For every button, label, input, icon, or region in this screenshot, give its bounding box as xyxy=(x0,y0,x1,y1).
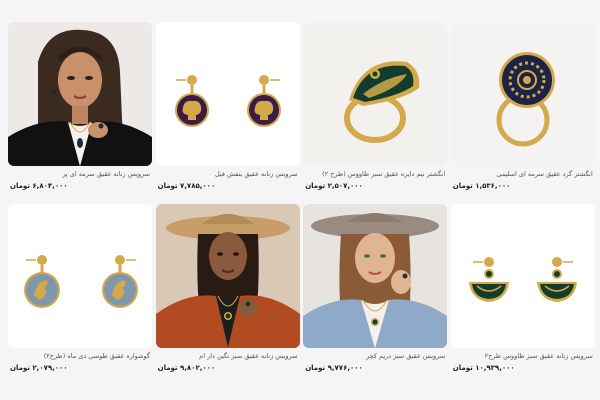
product-image[interactable] xyxy=(303,22,448,166)
product-image[interactable] xyxy=(8,22,152,166)
product-price: ۱,۵۳۶,۰۰۰ تومان xyxy=(452,182,511,190)
product-title[interactable]: سرویس زنانه عقیق سبز نگین دار ام xyxy=(158,352,297,361)
product-price: ۹,۷۷۶,۰۰۰ تومان xyxy=(305,364,363,372)
product-card[interactable]: سرویس عقیق سبز دریم کچر ۹,۷۷۶,۰۰۰ تومان xyxy=(303,204,448,372)
product-price: ۲,۰۷۹,۰۰۰ تومان xyxy=(10,364,68,372)
product-image[interactable] xyxy=(8,204,152,348)
product-price: ۱۰,۹۳۹,۰۰۰ تومان xyxy=(452,364,515,372)
model-dreamcatcher-set-image xyxy=(303,204,448,348)
product-card[interactable]: سرویس زنانه عقیق بنفش فیل ۷,۷۸۵,۰۰۰ توما… xyxy=(155,22,300,190)
purple-elephant-earrings-image xyxy=(155,22,300,166)
product-title[interactable]: سرویس زنانه عقیق سرمه ای پر xyxy=(10,170,150,179)
product-price: ۶,۸۰۴,۰۰۰ تومان xyxy=(10,182,68,190)
product-card[interactable]: سرویس زنانه عقیق سبز نگین دار ام ۹,۸۰۲,۰… xyxy=(155,204,300,372)
product-title[interactable]: سرویس زنانه عقیق بنفش فیل xyxy=(158,170,298,179)
model-navy-agate-set-image xyxy=(8,22,152,166)
gray-capricorn-earrings-image xyxy=(8,204,152,348)
product-image[interactable] xyxy=(303,204,448,348)
product-card[interactable]: سرویس زنانه عقیق سرمه ای پر ۶,۸۰۴,۰۰۰ تو… xyxy=(8,22,152,190)
product-title[interactable]: گوشواره عقیق طوسی دی ماه (طرح۲) xyxy=(10,352,150,361)
product-image[interactable] xyxy=(450,204,595,348)
green-peacock-earrings-image xyxy=(450,204,595,348)
product-price: ۷,۷۸۵,۰۰۰ تومان xyxy=(157,182,216,190)
model-green-agate-set-image xyxy=(155,204,300,348)
navy-round-ring-image xyxy=(450,22,595,166)
product-title[interactable]: انگشتر گرد عقیق سرمه ای اسلیمی xyxy=(453,170,592,179)
product-card[interactable]: گوشواره عقیق طوسی دی ماه (طرح۲) ۲,۰۷۹,۰۰… xyxy=(8,204,152,372)
product-title[interactable]: سرویس عقیق سبز دریم کچر xyxy=(305,352,445,361)
product-price: ۹,۸۰۲,۰۰۰ تومان xyxy=(157,364,216,372)
product-image[interactable] xyxy=(155,22,300,166)
product-title[interactable]: انگشتر نیم دایره عقیق سبز طاووس (طرح ۲) xyxy=(305,170,445,179)
product-card[interactable]: انگشتر نیم دایره عقیق سبز طاووس (طرح ۲) … xyxy=(303,22,448,190)
product-card[interactable]: انگشتر گرد عقیق سرمه ای اسلیمی ۱,۵۳۶,۰۰۰… xyxy=(450,22,595,190)
product-image[interactable] xyxy=(155,204,300,348)
product-grid: سرویس زنانه عقیق سرمه ای پر ۶,۸۰۴,۰۰۰ تو… xyxy=(8,22,595,372)
product-price: ۲,۵۰۷,۰۰۰ تومان xyxy=(305,182,363,190)
product-image[interactable] xyxy=(450,22,595,166)
product-card[interactable]: سرویس زنانه عقیق سبز طاووس طرح۲ ۱۰,۹۳۹,۰… xyxy=(450,204,595,372)
green-peacock-ring-image xyxy=(303,22,448,166)
product-title[interactable]: سرویس زنانه عقیق سبز طاووس طرح۲ xyxy=(453,352,593,361)
